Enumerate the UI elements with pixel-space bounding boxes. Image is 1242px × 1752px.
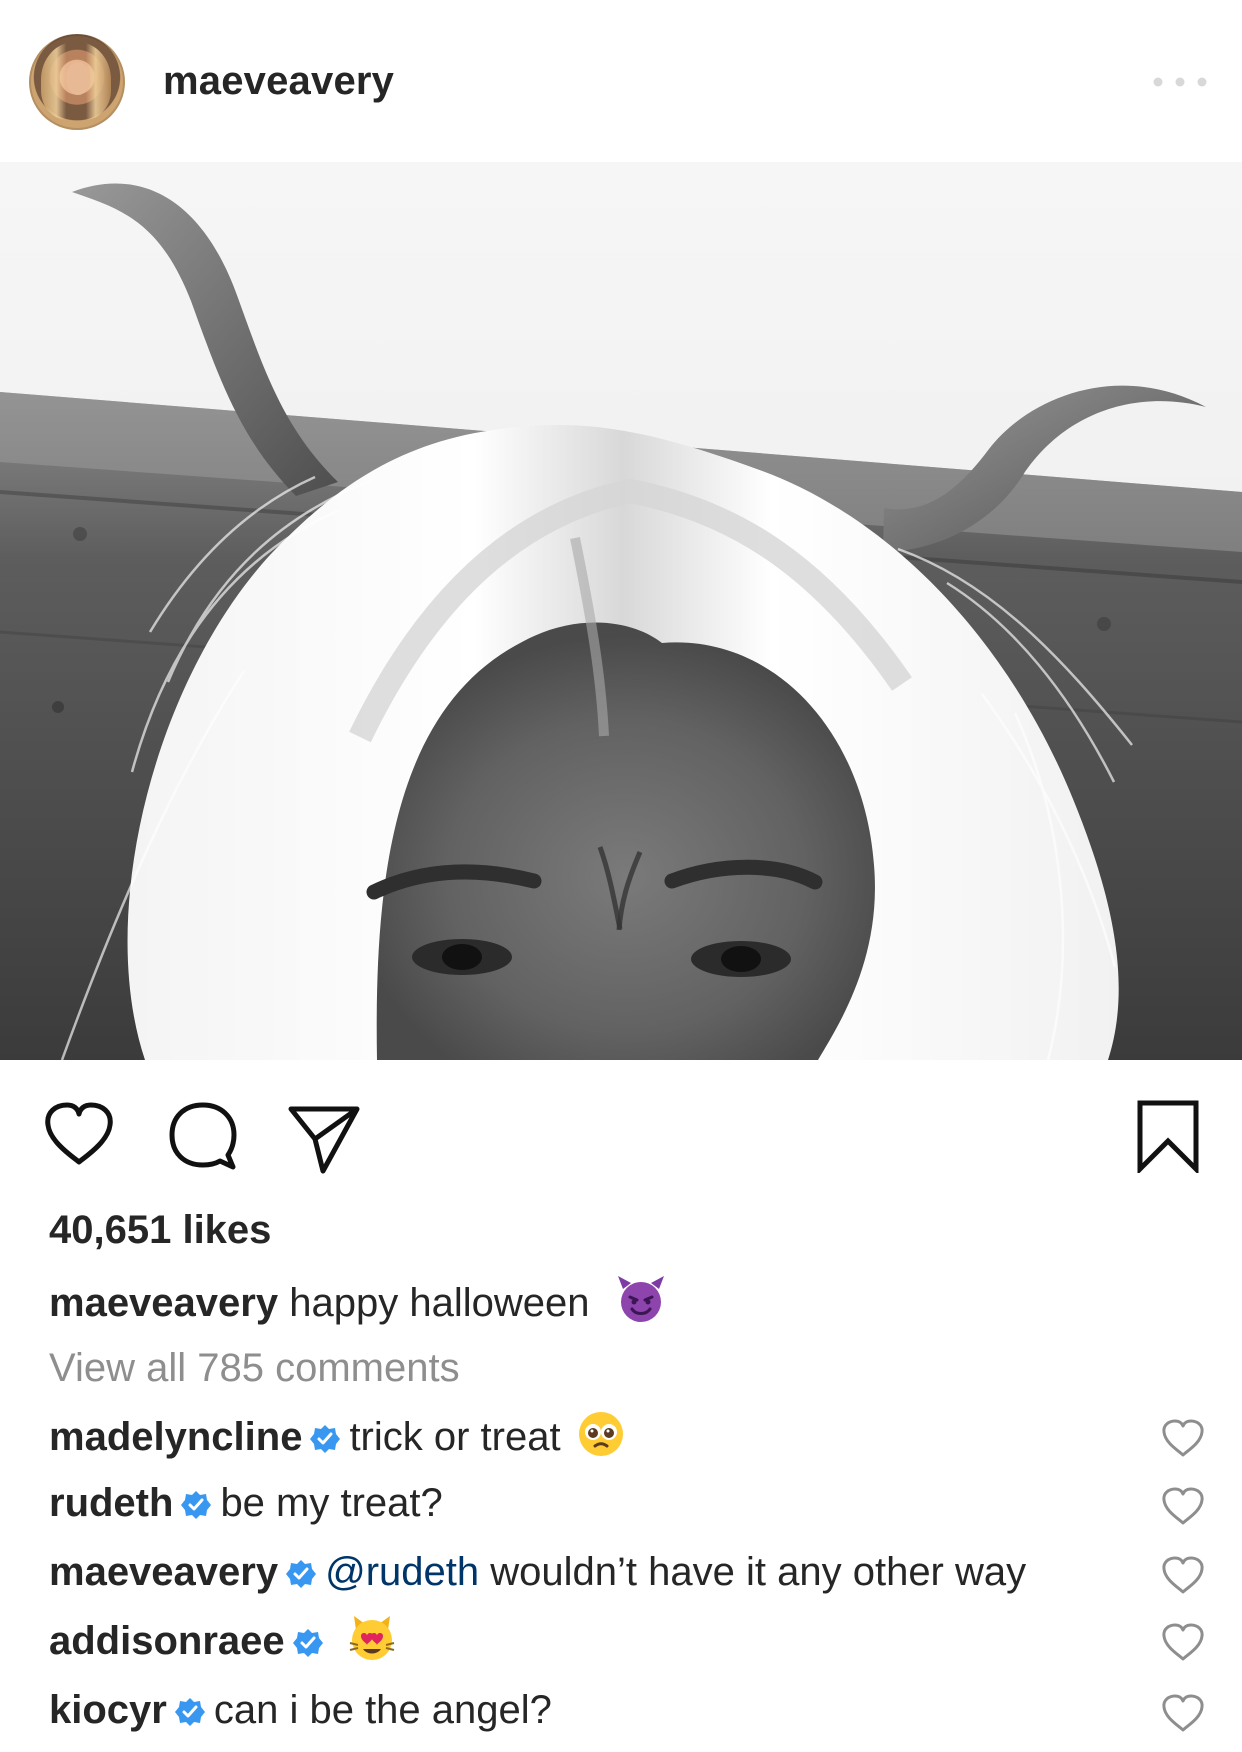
- comment-row: maeveavery @rudeth wouldn’t have it any o…: [49, 1545, 1242, 1603]
- view-all-comments-link[interactable]: View all 785 comments: [49, 1342, 460, 1394]
- comment-username[interactable]: madelyncline: [49, 1415, 302, 1459]
- comment-mention[interactable]: @rudeth: [325, 1550, 479, 1594]
- heart-outline-icon[interactable]: [1161, 1693, 1205, 1733]
- comment-icon[interactable]: [166, 1099, 240, 1173]
- bookmark-icon[interactable]: [1134, 1099, 1202, 1173]
- comment-username[interactable]: maeveavery: [49, 1550, 278, 1594]
- verified-badge-icon: [310, 1425, 341, 1453]
- heart-outline-icon[interactable]: [1161, 1486, 1205, 1526]
- caption-text: happy halloween: [289, 1281, 590, 1325]
- comment-content: rudeth be my treat?: [49, 1476, 443, 1530]
- post-header: maeveavery: [0, 0, 1242, 162]
- comment-content: addisonraee: [49, 1612, 398, 1668]
- heart-icon[interactable]: [43, 1102, 115, 1166]
- profile-avatar[interactable]: [29, 34, 125, 130]
- halloween-photo: [0, 162, 1242, 1060]
- caption-author[interactable]: maeveavery: [49, 1281, 278, 1325]
- comment-text: can i be the angel?: [213, 1688, 552, 1732]
- more-horizontal-icon[interactable]: [1150, 72, 1210, 92]
- smiling-cat-with-heart-eyes-icon: [349, 1616, 394, 1660]
- comment-username[interactable]: addisonraee: [49, 1619, 285, 1663]
- smiling-face-with-horns-icon: [617, 1276, 664, 1322]
- verified-badge-icon: [181, 1491, 212, 1519]
- comment-row: madelyncline trick or treat: [49, 1408, 1242, 1466]
- heart-outline-icon[interactable]: [1161, 1418, 1205, 1458]
- comment-content: kiocyr can i be the angel?: [49, 1683, 552, 1737]
- heart-outline-icon[interactable]: [1161, 1622, 1205, 1662]
- comment-text: be my treat?: [220, 1481, 443, 1525]
- comment-row: addisonraee: [49, 1612, 1242, 1670]
- verified-badge-icon: [292, 1629, 323, 1657]
- verified-badge-icon: [174, 1698, 205, 1726]
- comment-row: rudeth be my treat?: [49, 1476, 1242, 1534]
- comment-row: kiocyr can i be the angel?: [49, 1683, 1242, 1741]
- comment-text: trick or treat: [349, 1415, 561, 1459]
- send-icon[interactable]: [286, 1101, 362, 1175]
- post-author-username[interactable]: maeveavery: [163, 57, 394, 105]
- post-actions-bar: [0, 1060, 1242, 1192]
- comment-username[interactable]: rudeth: [49, 1481, 173, 1525]
- comment-content: madelyncline trick or treat: [49, 1408, 627, 1464]
- comment-text: wouldn’t have it any other way: [490, 1550, 1027, 1594]
- pleading-face-icon: [578, 1412, 623, 1456]
- like-count[interactable]: 40,651 likes: [49, 1205, 271, 1255]
- post-caption: maeveavery happy halloween: [49, 1274, 1189, 1332]
- comment-content: maeveavery @rudeth wouldn’t have it any o…: [49, 1545, 1026, 1599]
- heart-outline-icon[interactable]: [1161, 1555, 1205, 1595]
- post-photo[interactable]: [0, 162, 1242, 1060]
- comment-username[interactable]: kiocyr: [49, 1688, 167, 1732]
- verified-badge-icon: [286, 1560, 317, 1588]
